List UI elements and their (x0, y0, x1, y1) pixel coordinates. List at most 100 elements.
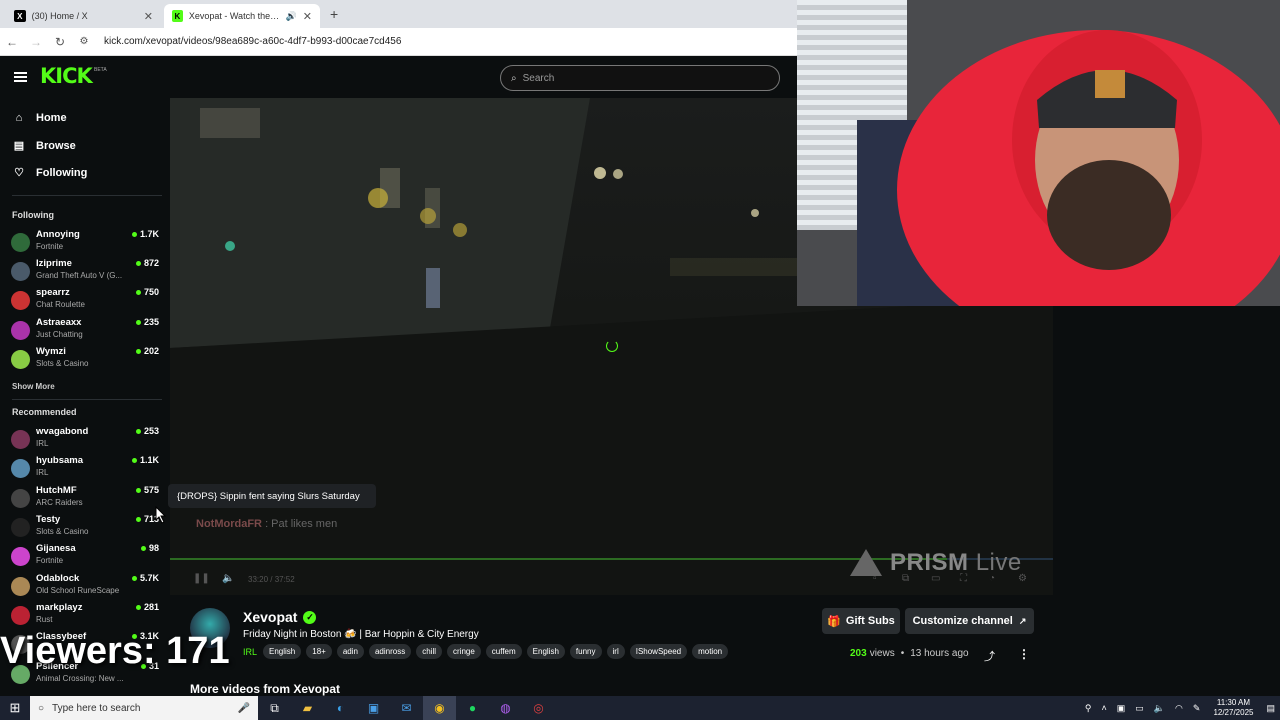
search-input[interactable]: ⌕ Search (500, 65, 780, 91)
avatar (11, 518, 30, 537)
taskbar-search-input[interactable]: ○ Type here to search 🎤 (30, 696, 258, 720)
reload-icon[interactable]: ↻ (48, 35, 72, 49)
share-icon[interactable]: ⤴ (984, 648, 995, 664)
tag-chip[interactable]: funny (569, 644, 602, 659)
sidebar-channel-markplayz[interactable]: markplayz Rust 281 (11, 602, 161, 628)
task-view-icon[interactable]: ⧉ (258, 696, 291, 720)
tag-chip[interactable]: motion (692, 644, 729, 659)
avatar (11, 291, 30, 310)
more-options-icon[interactable]: ⋮ (1018, 647, 1030, 661)
speaker-icon[interactable]: 🔊 (286, 11, 297, 22)
tag-chip[interactable]: English (526, 644, 565, 659)
clock[interactable]: 11:30 AM 12/27/2025 (1213, 698, 1253, 718)
customize-channel-button[interactable]: Customize channel ↗ (905, 608, 1034, 634)
sidebar-channel-wymzi[interactable]: Wymzi Slots & Casino 202 (11, 346, 161, 372)
tag-chip[interactable]: cuffem (485, 644, 522, 659)
gift-subs-button[interactable]: 🎁 Gift Subs (822, 608, 900, 634)
sidebar-channel-testy[interactable]: Testy Slots & Casino 713 (11, 514, 161, 540)
close-tab-icon[interactable]: ✕ (144, 10, 153, 23)
sidebar-channel-annoying[interactable]: Annoying Fortnite 1.7K (11, 229, 161, 255)
sidebar-item-home[interactable]: ⌂ Home (12, 112, 67, 124)
viewer-count-value: 1.1K (139, 455, 159, 465)
divider (12, 399, 162, 400)
viewer-count-value: 253 (143, 426, 159, 436)
tag-chip[interactable]: adinross (368, 644, 412, 659)
file-explorer-icon[interactable]: ▰ (291, 696, 324, 720)
site-info-icon[interactable]: ⚙ (72, 36, 96, 47)
microphone-icon[interactable]: 🎤 (238, 703, 250, 714)
tab-x-home[interactable]: X (30) Home / X ✕ (6, 4, 161, 28)
more-videos-heading: More videos from Xevopat (190, 682, 341, 696)
wifi-icon[interactable]: ◠ (1175, 703, 1183, 714)
verified-icon: ✓ (303, 610, 317, 624)
x-icon: X (14, 10, 26, 22)
security-icon[interactable]: ▣ (1117, 703, 1126, 714)
prism-logo-icon (850, 549, 882, 576)
divider (12, 195, 162, 196)
tag-chip[interactable]: English (263, 644, 302, 659)
channel-name: spearrz (36, 287, 70, 298)
prism-watermark: PRISM Live (890, 549, 1022, 577)
sidebar-channel-iziprime[interactable]: Iziprime Grand Theft Auto V (G... 872 (11, 258, 161, 284)
new-tab-button[interactable]: + (330, 6, 338, 22)
store-icon[interactable]: ▣ (357, 696, 390, 720)
viewer-count: 253 (135, 426, 159, 436)
tab-kick-vod[interactable]: K Xevopat - Watch the VOD on Kick 🔊 ✕ (164, 4, 320, 28)
tag-chip[interactable]: 18+ (306, 644, 332, 659)
sidebar-item-browse[interactable]: ▤ Browse (12, 139, 76, 153)
viewer-count-value: 750 (143, 287, 159, 297)
sidebar-channel-spearrz[interactable]: spearrz Chat Roulette 750 (11, 287, 161, 313)
sidebar-channel-astraeaxx[interactable]: Astraeaxx Just Chatting 235 (11, 317, 161, 343)
back-icon[interactable]: ← (0, 35, 24, 49)
channel-name-heading[interactable]: Xevopat ✓ (243, 609, 317, 625)
viewer-count-value: 1.7K (139, 229, 159, 239)
avatar (11, 459, 30, 478)
separator-dot: • (900, 648, 905, 659)
notifications-icon[interactable]: ▤ (1266, 703, 1275, 714)
live-dot (140, 545, 146, 551)
chat-username: NotMordaFR (196, 518, 262, 530)
people-icon[interactable]: ⚲ (1085, 703, 1092, 714)
pen-icon[interactable]: ✎ (1193, 703, 1201, 714)
chrome-icon[interactable]: ◉ (423, 696, 456, 720)
windows-taskbar: ⊞ ○ Type here to search 🎤 ⧉ ▰ ◐ ▣ ✉ ◉ ● … (0, 696, 1280, 720)
edge-icon[interactable]: ◐ (324, 696, 357, 720)
menu-icon[interactable] (14, 72, 27, 82)
sidebar-channel-wvagabond[interactable]: wvagabond IRL 253 (11, 426, 161, 452)
tag-chip[interactable]: cringe (447, 644, 481, 659)
windows-start-icon[interactable]: ⊞ (0, 700, 30, 716)
mail-icon[interactable]: ✉ (390, 696, 423, 720)
sidebar-channel-hutchmf[interactable]: HutchMF ARC Raiders 575 (11, 485, 161, 511)
tag-chip[interactable]: IShowSpeed (629, 644, 688, 659)
tag-chip[interactable]: adin (336, 644, 364, 659)
stream-title-tooltip: {DROPS} Sippin fent saying Slurs Saturda… (168, 484, 376, 508)
search-placeholder: Search (522, 72, 555, 84)
sidebar-channel-hyubsama[interactable]: hyubsama IRL 1.1K (11, 455, 161, 481)
live-dot (131, 457, 137, 463)
speaker-icon[interactable]: 🔈 (1154, 703, 1165, 714)
avatar (11, 321, 30, 340)
sidebar-channel-gijanesa[interactable]: Gijanesa Fortnite 98 (11, 543, 161, 569)
spotify-icon[interactable]: ● (456, 696, 489, 720)
sidebar-channel-odablock[interactable]: Odablock Old School RuneScape 5.7K (11, 573, 161, 599)
viewer-count: 202 (135, 346, 159, 356)
tag-chip[interactable]: irl (606, 644, 625, 659)
forward-icon[interactable]: → (24, 35, 48, 49)
live-dot (135, 289, 141, 295)
viewer-count-value: 575 (143, 485, 159, 495)
volume-icon[interactable]: 🔈 (222, 573, 234, 584)
pause-icon[interactable]: ❚❚ (193, 573, 210, 584)
channel-category: IRL (36, 468, 49, 477)
kick-logo[interactable]: KICK (40, 64, 93, 88)
sidebar-item-following[interactable]: ♡ Following (12, 166, 87, 180)
network-icon[interactable]: ▭ (1135, 703, 1144, 714)
show-more-button[interactable]: Show More (12, 382, 55, 391)
tray-chevron-icon[interactable]: ˄ (1102, 703, 1107, 713)
url-field[interactable]: kick.com/xevopat/videos/98ea689c-a60c-4d… (104, 36, 401, 47)
close-tab-icon[interactable]: ✕ (303, 10, 312, 23)
live-dot (135, 260, 141, 266)
messenger-icon[interactable]: ◍ (489, 696, 522, 720)
category-link[interactable]: IRL (243, 647, 257, 657)
tag-chip[interactable]: chill (416, 644, 442, 659)
app-icon[interactable]: ◎ (522, 696, 555, 720)
